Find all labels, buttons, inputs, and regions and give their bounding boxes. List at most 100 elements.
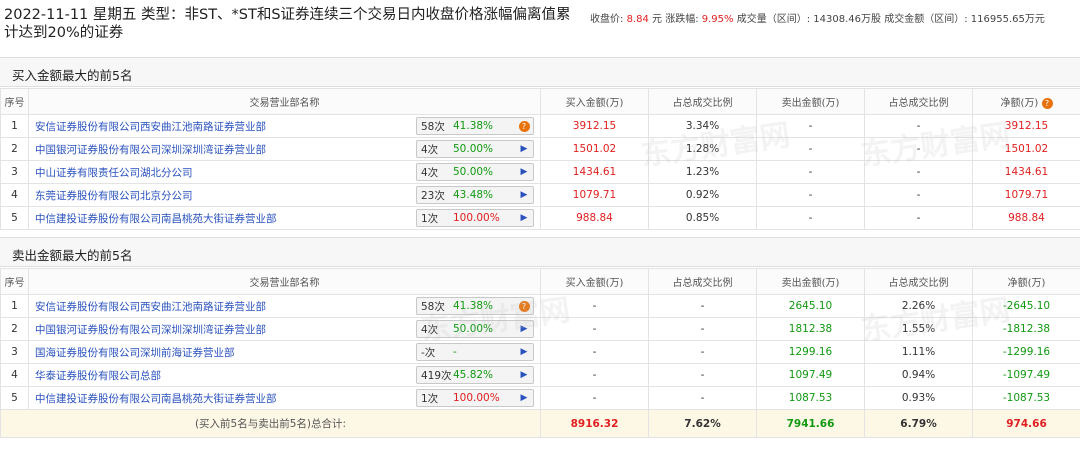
volume-label: 成交量（区间）: (736, 14, 811, 25)
seat-name-link[interactable]: 华泰证券股份有限公司总部 (35, 368, 161, 383)
play-icon[interactable]: ▶ (515, 213, 533, 223)
buy-pct: - (648, 363, 757, 387)
total-buy: 8916.32 (540, 409, 649, 438)
total-sell-pct: 6.79% (864, 409, 973, 438)
amount-label: 成交金额（区间）: (884, 14, 968, 25)
seat-stats-chip[interactable]: 23次 43.48% ▶ (416, 186, 534, 204)
total-row: (买入前5名与卖出前5名)总合计: 8916.32 7.62% 7941.66 … (0, 409, 1080, 438)
seat-stats-chip[interactable]: -次 - ▶ (416, 343, 534, 361)
table-row[interactable]: 3 中山证券有限责任公司湖北分公司 4次 50.00% ▶ 1434.61 1.23% - -1… (0, 160, 1080, 184)
sell-amount: - (756, 183, 865, 207)
seat-rate: 41.38% (453, 300, 494, 312)
seat-name-link[interactable]: 安信证券股份有限公司西安曲江池南路证券营业部 (35, 119, 266, 134)
net-amount: -1087.53 (972, 386, 1080, 410)
play-icon[interactable]: ▶ (515, 393, 533, 403)
seat-name-link[interactable]: 中国银河证券股份有限公司深圳深圳湾证券营业部 (35, 322, 266, 337)
col-sell-pct: 占总成交比例 (864, 268, 973, 295)
table-row[interactable]: 1 安信证券股份有限公司西安曲江池南路证券营业部 58次 41.38%? - -2645.… (0, 294, 1080, 318)
play-icon[interactable]: ▶ (515, 144, 533, 154)
seat-stats-chip[interactable]: 58次 41.38%? (416, 297, 534, 315)
row-index: 4 (0, 363, 29, 387)
buy-table-header: 序号 交易营业部名称 买入金额(万) 占总成交比例 卖出金额(万) 占总成交比例… (0, 88, 1080, 115)
seat-name-link[interactable]: 中信建投证券股份有限公司南昌桃苑大街证券营业部 (35, 211, 277, 226)
table-row[interactable]: 3 国海证券股份有限公司深圳前海证券营业部 -次 - ▶ - -1299.16 1.11% -1… (0, 340, 1080, 364)
sell-amount: - (756, 206, 865, 230)
change-label: 涨跌幅: (665, 14, 699, 25)
buy-pct: - (648, 386, 757, 410)
col-net: 净额(万) ? (972, 88, 1080, 115)
buy-pct: 1.28% (648, 137, 757, 161)
seat-stats-chip[interactable]: 4次 50.00% ▶ (416, 320, 534, 338)
seat-cell: 中信建投证券股份有限公司南昌桃苑大街证券营业部 1次 100.00% ▶ (28, 206, 541, 230)
seat-name-link[interactable]: 中山证券有限责任公司湖北分公司 (35, 165, 193, 180)
buy-amount: 3912.15 (540, 114, 649, 138)
total-net: 974.66 (972, 409, 1080, 438)
total-buy-pct: 7.62% (648, 409, 757, 438)
sell-amount: 1812.38 (756, 317, 865, 341)
net-amount: 1501.02 (972, 137, 1080, 161)
play-icon[interactable]: ▶ (515, 190, 533, 200)
buy-pct: - (648, 294, 757, 318)
table-row[interactable]: 5 中信建投证券股份有限公司南昌桃苑大街证券营业部 1次 100.00% ▶ 988.84… (0, 206, 1080, 230)
seat-rate: 50.00% (453, 323, 494, 335)
seat-cell: 东莞证券股份有限公司北京分公司 23次 43.48% ▶ (28, 183, 541, 207)
row-index: 2 (0, 317, 29, 341)
amount-value: 116955.65万元 (970, 14, 1045, 25)
question-icon[interactable]: ? (1041, 97, 1053, 109)
sell-pct: - (864, 206, 973, 230)
page-title: 2022-11-11 星期五 类型：非ST、*ST和S证券连续三个交易日内收盘价… (4, 7, 571, 41)
question-icon[interactable]: ? (515, 300, 533, 312)
table-row[interactable]: 2 中国银河证券股份有限公司深圳深圳湾证券营业部 4次 50.00% ▶ 1501.02 1… (0, 137, 1080, 161)
table-row[interactable]: 2 中国银河证券股份有限公司深圳深圳湾证券营业部 4次 50.00% ▶ - -1812.3… (0, 317, 1080, 341)
seat-stats-chip[interactable]: 419次 45.82% ▶ (416, 366, 534, 384)
seat-cell: 华泰证券股份有限公司总部 419次 45.82% ▶ (28, 363, 541, 387)
question-icon[interactable]: ? (515, 120, 533, 132)
sell-pct: 2.26% (864, 294, 973, 318)
buy-section-title: 买入金额最大的前5名 (12, 68, 133, 83)
seat-stats-chip[interactable]: 4次 50.00% ▶ (416, 140, 534, 158)
sell-pct: - (864, 183, 973, 207)
play-icon[interactable]: ▶ (515, 167, 533, 177)
volume-value: 14308.46万股 (813, 14, 882, 25)
net-amount: -1097.49 (972, 363, 1080, 387)
col-index: 序号 (0, 88, 29, 115)
seat-times: 4次 (421, 143, 439, 156)
seat-rate: 100.00% (453, 392, 500, 404)
buy-amount: 988.84 (540, 206, 649, 230)
row-index: 1 (0, 114, 29, 138)
seat-stats-chip[interactable]: 1次 100.00% ▶ (416, 209, 534, 227)
seat-stats-chip[interactable]: 58次 41.38%? (416, 117, 534, 135)
seat-name-link[interactable]: 国海证券股份有限公司深圳前海证券营业部 (35, 345, 235, 360)
sell-pct: 0.94% (864, 363, 973, 387)
play-icon[interactable]: ▶ (515, 370, 533, 380)
sell-pct: 1.11% (864, 340, 973, 364)
col-sell-amount: 卖出金额(万) (756, 88, 865, 115)
buy-pct: - (648, 317, 757, 341)
table-row[interactable]: 5 中信建投证券股份有限公司南昌桃苑大街证券营业部 1次 100.00% ▶ - -1087… (0, 386, 1080, 410)
table-row[interactable]: 4 华泰证券股份有限公司总部 419次 45.82% ▶ - -1097.49 0.94% -1… (0, 363, 1080, 387)
buy-section-title-bar: 买入金额最大的前5名 (0, 57, 1080, 87)
sell-amount: 1299.16 (756, 340, 865, 364)
row-index: 5 (0, 386, 29, 410)
col-seat-name: 交易营业部名称 (28, 268, 541, 295)
seat-cell: 安信证券股份有限公司西安曲江池南路证券营业部 58次 41.38%? (28, 294, 541, 318)
buy-pct: 0.85% (648, 206, 757, 230)
play-icon[interactable]: ▶ (515, 347, 533, 357)
buy-amount: - (540, 386, 649, 410)
table-row[interactable]: 4 东莞证券股份有限公司北京分公司 23次 43.48% ▶ 1079.71 0.92% - -… (0, 183, 1080, 207)
col-sell-pct: 占总成交比例 (864, 88, 973, 115)
buy-pct: - (648, 340, 757, 364)
seat-stats-chip[interactable]: 4次 50.00% ▶ (416, 163, 534, 181)
sell-pct: 1.55% (864, 317, 973, 341)
col-net: 净额(万) (972, 268, 1080, 295)
seat-name-link[interactable]: 安信证券股份有限公司西安曲江池南路证券营业部 (35, 299, 266, 314)
seat-times: 58次 (421, 120, 445, 133)
seat-name-link[interactable]: 中国银河证券股份有限公司深圳深圳湾证券营业部 (35, 142, 266, 157)
seat-stats-chip[interactable]: 1次 100.00% ▶ (416, 389, 534, 407)
sell-amount: - (756, 160, 865, 184)
seat-name-link[interactable]: 东莞证券股份有限公司北京分公司 (35, 188, 193, 203)
seat-name-link[interactable]: 中信建投证券股份有限公司南昌桃苑大街证券营业部 (35, 391, 277, 406)
row-index: 2 (0, 137, 29, 161)
table-row[interactable]: 1 安信证券股份有限公司西安曲江池南路证券营业部 58次 41.38%? 3912.15… (0, 114, 1080, 138)
play-icon[interactable]: ▶ (515, 324, 533, 334)
